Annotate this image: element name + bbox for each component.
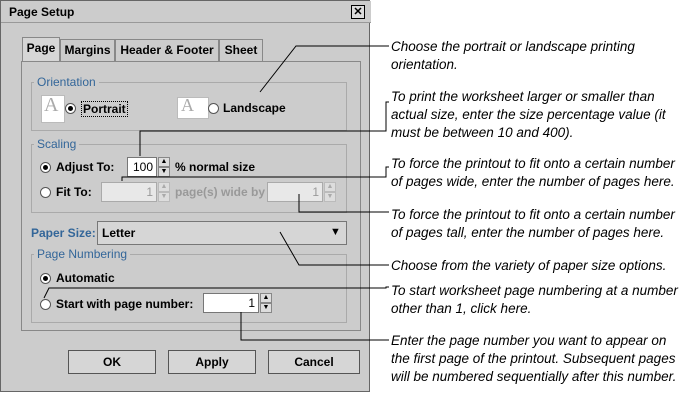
fit-wide-input[interactable]: 1 — [101, 182, 157, 202]
adjust-to-radio[interactable] — [40, 162, 51, 173]
start-with-label[interactable]: Start with page number: — [56, 297, 193, 311]
automatic-radio[interactable] — [40, 273, 51, 284]
tab-header-footer[interactable]: Header & Footer — [115, 39, 219, 61]
portrait-label[interactable]: Portrait — [81, 101, 128, 117]
scaling-legend: Scaling — [37, 137, 77, 151]
stepper-up-icon[interactable]: ▲ — [158, 182, 170, 192]
landscape-icon: A — [177, 95, 209, 119]
stepper-up-icon[interactable]: ▲ — [158, 157, 170, 167]
note-fit-tall: To force the printout to fit onto a cert… — [391, 207, 675, 240]
fit-wide-suffix: page(s) wide by — [175, 185, 266, 199]
adjust-to-input[interactable]: 100 — [127, 157, 157, 177]
stepper-down-icon[interactable]: ▼ — [158, 167, 170, 177]
adjust-to-suffix: % normal size — [175, 160, 256, 174]
note-start-page: Enter the page number you want to appear… — [391, 333, 677, 384]
note-adjust-to: To print the worksheet larger or smaller… — [391, 89, 666, 140]
apply-button[interactable]: Apply — [168, 350, 256, 374]
tab-margins[interactable]: Margins — [60, 39, 115, 61]
fit-to-label[interactable]: Fit To: — [56, 185, 92, 199]
start-page-input[interactable]: 1 — [203, 293, 259, 313]
portrait-radio[interactable] — [65, 103, 76, 114]
close-icon[interactable]: ✕ — [351, 5, 365, 19]
page-setup-dialog: Page Setup ✕ Page Margins Header & Foote… — [0, 0, 371, 392]
stepper-down-icon[interactable]: ▼ — [260, 303, 272, 313]
ok-button[interactable]: OK — [68, 350, 156, 374]
fit-to-radio[interactable] — [40, 187, 51, 198]
tab-sheet[interactable]: Sheet — [219, 39, 263, 61]
note-paper-size: Choose from the variety of paper size op… — [391, 258, 667, 273]
page-numbering-group: Page Numbering — [31, 247, 347, 323]
start-with-radio[interactable] — [40, 299, 51, 310]
landscape-label[interactable]: Landscape — [223, 101, 286, 115]
stepper-down-icon[interactable]: ▼ — [158, 192, 170, 202]
orientation-legend: Orientation — [37, 75, 96, 89]
stepper-down-icon[interactable]: ▼ — [324, 192, 336, 202]
tab-page[interactable]: Page — [22, 37, 60, 62]
stepper-up-icon[interactable]: ▲ — [260, 293, 272, 303]
paper-size-select[interactable]: Letter ▼ — [97, 221, 347, 245]
landscape-radio[interactable] — [208, 103, 219, 114]
cancel-button[interactable]: Cancel — [268, 350, 360, 374]
paper-size-label: Paper Size: — [31, 226, 96, 240]
page-numbering-legend: Page Numbering — [37, 247, 128, 261]
fit-wide-stepper[interactable]: ▲ ▼ — [158, 182, 170, 202]
dialog-title: Page Setup — [9, 5, 75, 19]
portrait-icon: A — [41, 94, 65, 123]
stepper-up-icon[interactable]: ▲ — [324, 182, 336, 192]
paper-size-value: Letter — [102, 226, 136, 240]
fit-tall-input[interactable]: 1 — [267, 182, 323, 202]
title-bar[interactable]: Page Setup ✕ — [1, 1, 371, 23]
fit-tall-stepper[interactable]: ▲ ▼ — [324, 182, 336, 202]
adjust-to-stepper[interactable]: ▲ ▼ — [158, 157, 170, 177]
adjust-to-label[interactable]: Adjust To: — [56, 160, 114, 174]
chevron-down-icon[interactable]: ▼ — [330, 226, 341, 238]
start-page-stepper[interactable]: ▲ ▼ — [260, 293, 272, 313]
note-start-with: To start worksheet page numbering at a n… — [391, 283, 678, 316]
automatic-label[interactable]: Automatic — [56, 271, 115, 285]
note-fit-wide: To force the printout to fit onto a cert… — [391, 156, 675, 189]
note-orientation: Choose the portrait or landscape printin… — [391, 39, 635, 72]
